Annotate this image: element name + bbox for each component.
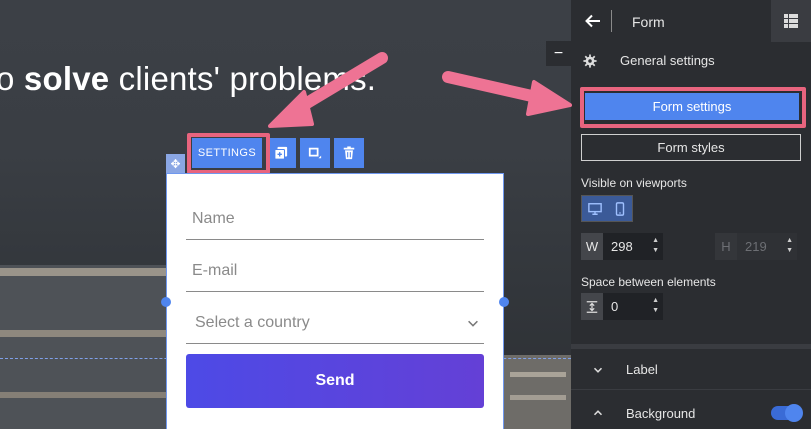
viewport-toggle-group bbox=[581, 195, 633, 222]
height-label: H bbox=[715, 233, 737, 260]
delete-button[interactable] bbox=[334, 138, 364, 168]
building-floor-line bbox=[0, 268, 166, 276]
building-floor-line bbox=[0, 392, 166, 398]
height-input: H 219 ▲ ▼ bbox=[715, 233, 797, 260]
resize-handle-left[interactable] bbox=[161, 297, 171, 307]
move-handle-icon[interactable]: ✥ bbox=[166, 154, 185, 173]
spinner-arrows-icon[interactable]: ▲ ▼ bbox=[652, 236, 659, 256]
section-divider bbox=[571, 344, 811, 349]
chevron-down-icon bbox=[468, 320, 478, 327]
resize-handle-right[interactable] bbox=[499, 297, 509, 307]
country-select[interactable]: Select a country bbox=[186, 302, 484, 344]
send-button[interactable]: Send bbox=[186, 354, 484, 408]
height-value-text: 219 bbox=[745, 239, 767, 254]
width-input[interactable]: W 298 ▲ ▼ bbox=[581, 233, 663, 260]
background-toggle[interactable] bbox=[771, 404, 803, 422]
space-between-value-text: 0 bbox=[611, 299, 619, 314]
form-settings-highlight-box bbox=[580, 87, 806, 128]
country-select-label: Select a country bbox=[195, 313, 310, 331]
settings-highlight-box bbox=[187, 133, 270, 174]
height-value: 219 ▲ ▼ bbox=[737, 233, 797, 260]
mobile-viewport-button[interactable] bbox=[607, 196, 632, 221]
duplicate-icon bbox=[274, 146, 288, 160]
space-between-value[interactable]: 0 ▲ ▼ bbox=[603, 293, 663, 320]
chevron-down-icon bbox=[593, 367, 603, 373]
hero-text-bold: solve bbox=[23, 60, 110, 97]
visible-viewports-label: Visible on viewports bbox=[581, 176, 687, 190]
width-value[interactable]: 298 ▲ ▼ bbox=[603, 233, 663, 260]
form-styles-button[interactable]: Form styles bbox=[581, 134, 801, 161]
panel-header: Form bbox=[571, 0, 811, 42]
hero-text-prefix: o bbox=[0, 60, 15, 97]
panel-title: Form bbox=[632, 14, 665, 30]
trash-icon bbox=[343, 146, 355, 160]
mobile-icon bbox=[615, 201, 624, 216]
contact-form[interactable]: Name E-mail Select a country Send bbox=[166, 173, 504, 429]
accordion-background-text: Background bbox=[626, 405, 696, 421]
vertical-spacing-icon bbox=[586, 300, 598, 313]
accordion-label[interactable]: Label bbox=[571, 350, 811, 390]
building-background bbox=[0, 265, 166, 429]
header-divider bbox=[611, 10, 612, 32]
general-settings-label[interactable]: General settings bbox=[620, 53, 715, 68]
duplicate-button[interactable] bbox=[266, 138, 296, 168]
desktop-icon bbox=[587, 202, 602, 215]
layer-button[interactable] bbox=[300, 138, 330, 168]
space-between-input[interactable]: 0 ▲ ▼ bbox=[581, 293, 663, 320]
name-field[interactable]: Name bbox=[186, 198, 484, 240]
hero-heading[interactable]: o solve clients' problems. bbox=[0, 60, 376, 98]
building-floor-line bbox=[510, 395, 566, 400]
width-label: W bbox=[581, 233, 603, 260]
accordion-label-text: Label bbox=[626, 362, 658, 377]
list-icon bbox=[784, 14, 798, 28]
spinner-arrows-icon[interactable]: ▲ ▼ bbox=[652, 296, 659, 316]
email-field[interactable]: E-mail bbox=[186, 250, 484, 292]
building-floor-line bbox=[0, 330, 166, 337]
spinner-arrows-icon: ▲ ▼ bbox=[786, 237, 793, 254]
gear-icon bbox=[583, 54, 597, 68]
layers-button[interactable] bbox=[771, 0, 811, 42]
desktop-viewport-button[interactable] bbox=[582, 196, 607, 221]
spacing-label bbox=[581, 293, 603, 320]
layer-icon bbox=[308, 147, 322, 159]
building-background-right bbox=[504, 355, 571, 429]
hero-text-suffix: clients' problems. bbox=[109, 60, 377, 97]
building-floor-line bbox=[510, 372, 566, 377]
collapse-panel-button[interactable]: − bbox=[546, 41, 571, 66]
chevron-up-icon bbox=[593, 410, 603, 416]
back-button[interactable] bbox=[579, 8, 607, 34]
space-between-label: Space between elements bbox=[581, 275, 716, 289]
arrow-left-icon bbox=[585, 14, 600, 28]
settings-panel: Form General settings Form settings Form… bbox=[571, 0, 811, 429]
width-value-text: 298 bbox=[611, 239, 633, 254]
